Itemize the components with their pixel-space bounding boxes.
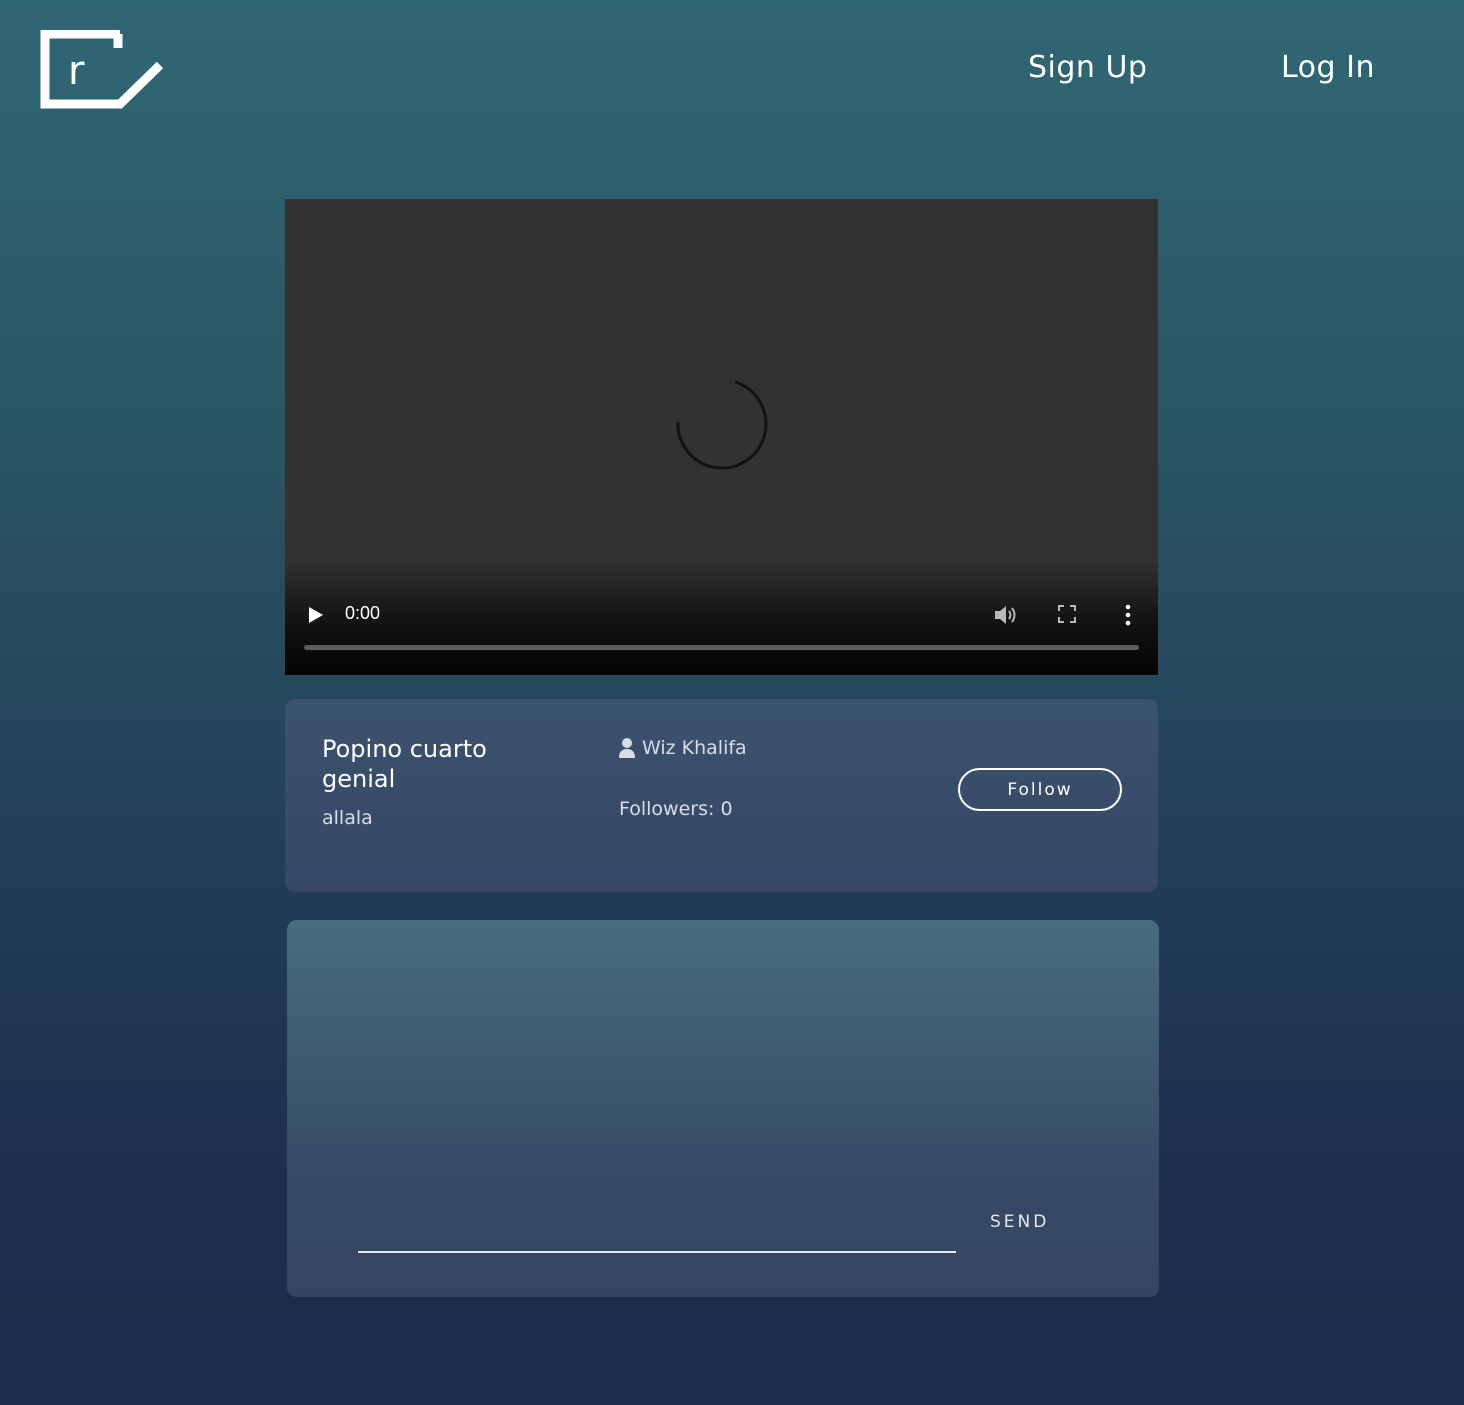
video-title: Popino cuarto genial: [322, 735, 487, 793]
author-name: Wiz Khalifa: [642, 737, 747, 759]
brand-logo-icon[interactable]: r: [40, 29, 165, 110]
chat-message-input[interactable]: [358, 1215, 956, 1253]
video-current-time: 0:00: [345, 603, 381, 623]
video-controls-overlay: [285, 560, 1158, 675]
send-button[interactable]: SEND: [990, 1212, 1049, 1232]
video-description: allala: [322, 807, 373, 829]
log-in-link[interactable]: Log In: [1281, 50, 1375, 85]
play-icon[interactable]: [305, 603, 327, 627]
volume-icon[interactable]: [992, 602, 1020, 628]
follow-button[interactable]: Follow: [958, 768, 1122, 811]
fullscreen-icon[interactable]: [1056, 603, 1078, 625]
more-vertical-icon[interactable]: [1120, 602, 1136, 628]
sign-up-link[interactable]: Sign Up: [1028, 50, 1147, 85]
user-icon: [618, 737, 636, 759]
video-progress-bar[interactable]: [304, 645, 1139, 650]
loading-spinner-icon: [673, 376, 769, 472]
svg-text:r: r: [68, 48, 85, 94]
author[interactable]: Wiz Khalifa: [618, 737, 747, 759]
followers-count: Followers: 0: [619, 798, 733, 820]
